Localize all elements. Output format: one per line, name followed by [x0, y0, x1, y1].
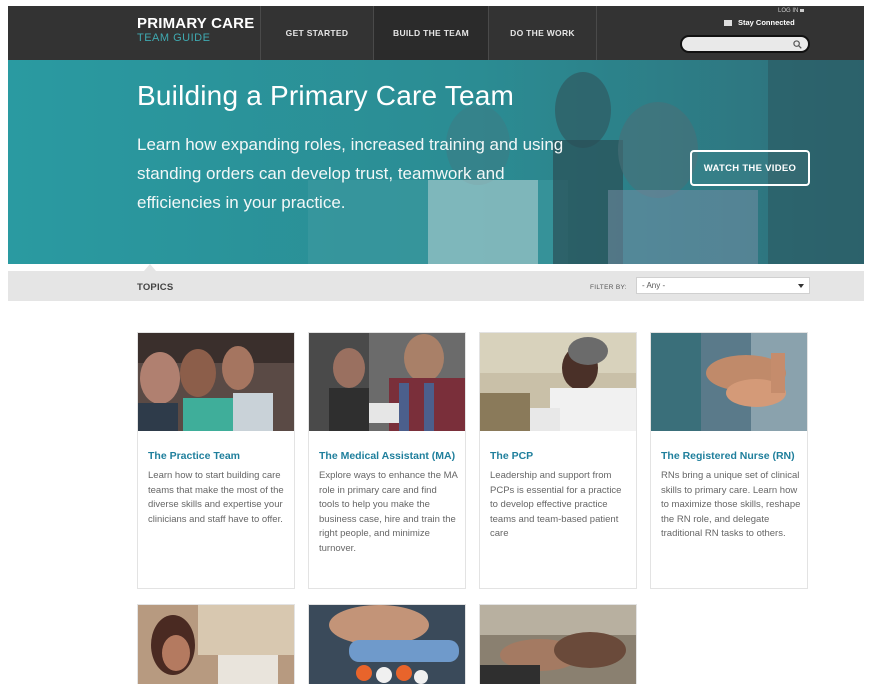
mail-icon [724, 19, 732, 26]
search-icon[interactable] [793, 40, 802, 49]
card-row2-1[interactable] [137, 604, 295, 684]
registered-nurse-photo [651, 333, 807, 431]
card-pcp[interactable]: The PCP Leadership and support from PCPs… [479, 332, 637, 589]
card-row2-2-photo [309, 605, 465, 684]
topics-pointer [144, 264, 156, 271]
logo-subtitle: TEAM GUIDE [137, 32, 211, 44]
card-description: Explore ways to enhance the MA role in p… [319, 470, 458, 554]
card-description: Leadership and support from PCPs is esse… [490, 470, 622, 539]
lock-icon [800, 8, 805, 12]
card-registered-nurse[interactable]: The Registered Nurse (RN) RNs bring a un… [650, 332, 808, 589]
practice-team-photo [138, 333, 294, 431]
login-label: LOG IN [778, 8, 799, 14]
hero-banner: Building a Primary Care Team Learn how e… [8, 60, 864, 264]
card-title[interactable]: The PCP [490, 450, 533, 462]
hero-subtitle: Learn how expanding roles, increased tra… [137, 135, 564, 212]
page: PRIMARY CARE TEAM GUIDE GET STARTED BUIL… [8, 6, 864, 684]
card-description: Learn how to start building care teams t… [148, 470, 284, 525]
topics-label: TOPICS [137, 282, 174, 293]
card-title[interactable]: The Medical Assistant (MA) [319, 450, 455, 462]
card-description: RNs bring a unique set of clinical skill… [661, 470, 801, 539]
medical-assistant-photo [309, 333, 465, 431]
site-header: PRIMARY CARE TEAM GUIDE GET STARTED BUIL… [8, 6, 864, 60]
search-input[interactable] [690, 38, 794, 52]
card-practice-team[interactable]: The Practice Team Learn how to start bui… [137, 332, 295, 589]
topics-bar: TOPICS FILTER BY: - Any - [8, 271, 864, 301]
site-logo[interactable]: PRIMARY CARE TEAM GUIDE [137, 15, 254, 45]
card-medical-assistant[interactable]: The Medical Assistant (MA) Explore ways … [308, 332, 466, 589]
nav-do-the-work[interactable]: DO THE WORK [488, 6, 597, 60]
filter-select[interactable]: - Any - [636, 277, 810, 294]
watch-video-button[interactable]: WATCH THE VIDEO [690, 150, 810, 186]
pcp-photo [480, 333, 636, 431]
stay-connected-label: Stay Connected [738, 18, 795, 27]
card-row2-3-photo [480, 605, 636, 684]
main-nav: GET STARTED BUILD THE TEAM DO THE WORK [260, 6, 597, 60]
card-row2-3[interactable] [479, 604, 637, 684]
card-title[interactable]: The Registered Nurse (RN) [661, 450, 795, 462]
nav-build-the-team[interactable]: BUILD THE TEAM [373, 6, 488, 60]
stay-connected-link[interactable]: Stay Connected [724, 18, 795, 27]
login-link[interactable]: LOG IN [778, 8, 805, 14]
search-box [680, 35, 810, 53]
card-row2-1-photo [138, 605, 294, 684]
nav-get-started[interactable]: GET STARTED [260, 6, 373, 60]
chevron-down-icon [798, 284, 804, 288]
filter-value: - Any - [642, 281, 666, 290]
card-title[interactable]: The Practice Team [148, 450, 240, 462]
card-row2-2[interactable] [308, 604, 466, 684]
hero-title: Building a Primary Care Team [137, 80, 515, 111]
logo-title: PRIMARY CARE [137, 15, 255, 32]
filter-label: FILTER BY: [590, 284, 627, 291]
